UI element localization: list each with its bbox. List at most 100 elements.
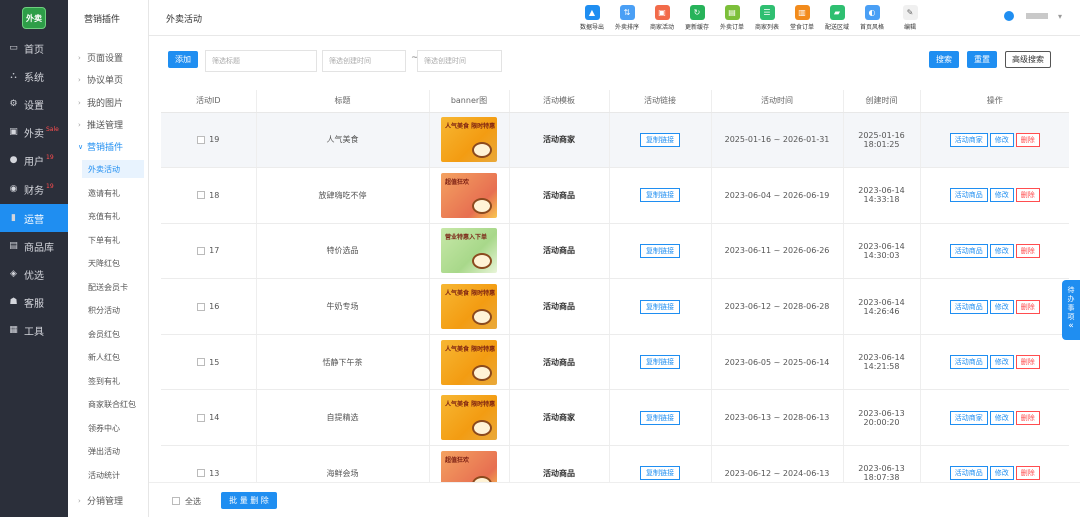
nav-item-7[interactable]: ▤ 商品库 [0, 232, 68, 260]
banner-image[interactable]: 超值狂欢 [441, 172, 497, 218]
copy-link-button[interactable]: 复制链接 [640, 243, 680, 258]
submenu-item-13[interactable]: 活动统计 [88, 470, 148, 481]
copy-link-button[interactable]: 复制链接 [640, 188, 680, 203]
row-checkbox[interactable] [197, 135, 206, 144]
banner-image[interactable]: 人气美食 限时特惠 [441, 284, 497, 330]
row-checkbox[interactable] [197, 358, 206, 367]
toolbar-list[interactable]: ☰ 商家列表 [750, 5, 784, 31]
add-button[interactable]: 添加 [168, 51, 198, 68]
sort-icon: ⇅ [619, 5, 635, 20]
activity-items-button[interactable]: 活动商家 [949, 132, 988, 147]
chevron-right-icon: › [78, 75, 81, 84]
toolbar-order[interactable]: ▤ 外卖订单 [715, 5, 749, 31]
delete-button[interactable]: 删除 [1015, 132, 1040, 147]
submenu-group-3[interactable]: › 推送管理 [78, 118, 123, 132]
row-checkbox[interactable] [197, 413, 206, 422]
banner-image[interactable]: 营业特惠入下单 [441, 228, 497, 274]
headset-icon: ☗ [9, 297, 18, 307]
submenu-item-6[interactable]: 积分活动 [88, 305, 148, 316]
row-checkbox[interactable] [197, 469, 206, 478]
submenu-item-4[interactable]: 天降红包 [88, 258, 148, 269]
edit-button[interactable]: 修改 [989, 188, 1014, 203]
reset-button[interactable]: 重置 [967, 51, 997, 68]
row-checkbox[interactable] [197, 191, 206, 200]
activity-items-button[interactable]: 活动商品 [949, 355, 988, 370]
search-button[interactable]: 搜索 [929, 51, 959, 68]
edit-button[interactable]: 修改 [989, 355, 1014, 370]
toolbar-edit[interactable]: ✎ 编辑 [893, 5, 927, 31]
start-date-input[interactable]: 筛选创建时间 [322, 50, 406, 72]
todo-side-tab[interactable]: 待办事项 « [1062, 280, 1080, 340]
nav-item-6[interactable]: ▮ 运营 [0, 204, 68, 232]
activity-items-button[interactable]: 活动商品 [949, 466, 988, 481]
submenu-item-2[interactable]: 充值有礼 [88, 211, 148, 222]
submenu-item-7[interactable]: 会员红包 [88, 329, 148, 340]
delete-button[interactable]: 删除 [1015, 355, 1040, 370]
edit-button[interactable]: 修改 [989, 132, 1014, 147]
submenu-group-1[interactable]: › 协议单页 [78, 73, 123, 87]
submenu-item-3[interactable]: 下单有礼 [88, 235, 148, 246]
submenu-group-2[interactable]: › 我的图片 [78, 96, 123, 110]
advanced-search-button[interactable]: 高级搜索 [1005, 51, 1051, 68]
delete-button[interactable]: 删除 [1015, 243, 1040, 258]
copy-link-button[interactable]: 复制链接 [640, 410, 680, 425]
delete-button[interactable]: 删除 [1015, 188, 1040, 203]
activity-items-button[interactable]: 活动商品 [949, 188, 988, 203]
toolbar-cloud-upload[interactable]: ▲ 数据导出 [575, 5, 609, 31]
submenu-item-0[interactable]: 外卖活动 [82, 160, 144, 178]
activity-id: 19 [209, 135, 220, 145]
submenu-item-9[interactable]: 签到有礼 [88, 376, 148, 387]
delete-button[interactable]: 删除 [1015, 410, 1040, 425]
nav-item-3[interactable]: ▣ 外卖 Sale [0, 118, 68, 146]
copy-link-button[interactable]: 复制链接 [640, 132, 680, 147]
submenu-item-11[interactable]: 领券中心 [88, 423, 148, 434]
submenu-item-10[interactable]: 商家联合红包 [88, 399, 148, 410]
row-checkbox[interactable] [197, 246, 206, 255]
banner-image[interactable]: 人气美食 限时特惠 [441, 339, 497, 385]
nav-badge: 19 [46, 153, 54, 161]
submenu-group-distribution[interactable]: › 分销管理 [78, 494, 123, 508]
nav-item-10[interactable]: ▦ 工具 [0, 316, 68, 344]
select-all-checkbox[interactable] [172, 497, 180, 505]
nav-item-0[interactable]: ▭ 首页 [0, 34, 68, 62]
nav-item-9[interactable]: ☗ 客服 [0, 288, 68, 316]
toolbar-palette[interactable]: ◐ 首页风格 [855, 5, 889, 31]
toolbar-receipt[interactable]: ▥ 堂食订单 [785, 5, 819, 31]
batch-delete-button[interactable]: 批 量 删 除 [221, 492, 277, 509]
toolbar-refresh[interactable]: ↻ 更新缓存 [680, 5, 714, 31]
delete-button[interactable]: 删除 [1015, 299, 1040, 314]
banner-image[interactable]: 人气美食 限时特惠 [441, 395, 497, 441]
submenu-group-0[interactable]: › 页面设置 [78, 51, 123, 65]
copy-link-button[interactable]: 复制链接 [640, 355, 680, 370]
submenu-item-1[interactable]: 邀请有礼 [88, 188, 148, 199]
nav-item-2[interactable]: ⚙ 设置 [0, 90, 68, 118]
edit-button[interactable]: 修改 [989, 466, 1014, 481]
edit-button[interactable]: 修改 [989, 410, 1014, 425]
copy-link-button[interactable]: 复制链接 [640, 466, 680, 481]
nav-item-4[interactable]: ● 用户 19 [0, 146, 68, 174]
submenu-item-8[interactable]: 新人红包 [88, 352, 148, 363]
activity-items-button[interactable]: 活动商家 [949, 410, 988, 425]
user-menu[interactable]: ▾ [1003, 11, 1062, 21]
banner-image[interactable]: 人气美食 限时特惠 [441, 117, 497, 163]
nav-item-8[interactable]: ◈ 优选 [0, 260, 68, 288]
copy-link-button[interactable]: 复制链接 [640, 299, 680, 314]
activity-items-button[interactable]: 活动商品 [949, 243, 988, 258]
toolbar-sort[interactable]: ⇅ 外卖排序 [610, 5, 644, 31]
end-date-input[interactable]: 筛选创建时间 [417, 50, 502, 72]
submenu-item-5[interactable]: 配送会员卡 [88, 282, 148, 293]
app-logo[interactable]: 外卖 [22, 7, 46, 29]
toolbar-label: 堂食订单 [789, 24, 814, 31]
submenu-item-12[interactable]: 弹出活动 [88, 446, 148, 457]
title-filter-input[interactable]: 筛选标题 [205, 50, 317, 72]
toolbar-gift[interactable]: ▣ 商家活动 [645, 5, 679, 31]
row-checkbox[interactable] [197, 302, 206, 311]
submenu-group-4[interactable]: ∨ 营销插件 [78, 140, 123, 154]
delete-button[interactable]: 删除 [1015, 466, 1040, 481]
toolbar-truck[interactable]: ▰ 配送区域 [820, 5, 854, 31]
edit-button[interactable]: 修改 [989, 243, 1014, 258]
activity-items-button[interactable]: 活动商品 [949, 299, 988, 314]
edit-button[interactable]: 修改 [989, 299, 1014, 314]
nav-item-5[interactable]: ◉ 财务 19 [0, 175, 68, 203]
nav-item-1[interactable]: ⛬ 系统 [0, 62, 68, 90]
